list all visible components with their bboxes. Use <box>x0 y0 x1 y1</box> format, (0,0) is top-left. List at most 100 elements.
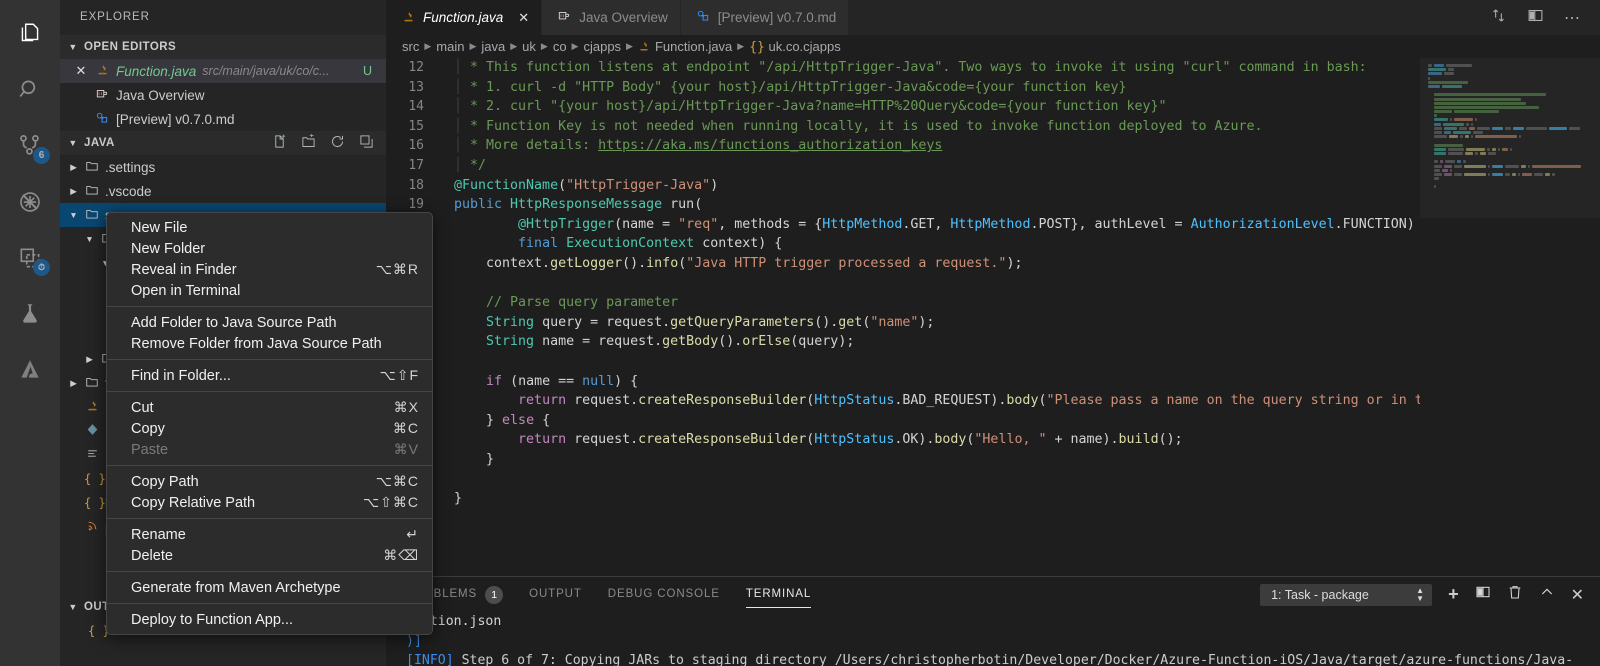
tree-item-settings[interactable]: ▶ .settings <box>60 155 386 179</box>
code-line: 26 String name = request.getBody().orEls… <box>386 332 1600 352</box>
chevron-down-icon: ▼ <box>68 138 78 148</box>
namespace-icon: { } <box>88 624 110 638</box>
activity-item-explorer[interactable] <box>0 6 60 62</box>
open-editor-name: Function.java <box>116 63 197 79</box>
menu-item-delete[interactable]: Delete ⌘⌫ <box>107 545 432 566</box>
chevron-right-icon[interactable]: ▶ <box>84 354 95 365</box>
preview-icon <box>94 111 110 128</box>
menu-item-cut[interactable]: Cut ⌘X <box>107 397 432 418</box>
terminal-selector[interactable]: 1: Task - package ▲ ▼ <box>1260 583 1433 606</box>
menu-item-reveal-in-finder[interactable]: Reveal in Finder ⌥⌘R <box>107 259 432 280</box>
breadcrumb-item[interactable]: java <box>481 39 505 54</box>
close-icon[interactable]: ✕ <box>518 10 529 26</box>
minimap-slider[interactable] <box>1420 58 1600 218</box>
menu-item-copy-relative-path[interactable]: Copy Relative Path ⌥⇧⌘C <box>107 492 432 513</box>
activity-item-testing[interactable] <box>0 286 60 342</box>
menu-separator <box>107 518 432 519</box>
context-menu[interactable]: New File New Folder Reveal in Finder ⌥⌘R Ope… <box>106 212 433 635</box>
menu-item-copy-path[interactable]: Copy Path ⌥⌘C <box>107 471 432 492</box>
refresh-icon[interactable] <box>330 134 345 152</box>
code-line: 34} <box>386 489 1600 509</box>
menu-item-deploy-to-function-app[interactable]: Deploy to Function App... <box>107 609 432 630</box>
split-editor-icon[interactable] <box>1490 7 1507 29</box>
chevron-down-icon: ▼ <box>68 602 78 612</box>
menu-item-add-folder-to-java-source-path[interactable]: Add Folder to Java Source Path <box>107 312 432 333</box>
chevron-updown-icon: ▲ ▼ <box>1416 585 1425 603</box>
breadcrumb-item[interactable]: uk <box>522 39 536 54</box>
menu-item-remove-folder-from-java-source-path[interactable]: Remove Folder from Java Source Path <box>107 333 432 354</box>
chevron-right-icon: ▶ <box>626 41 633 51</box>
menu-item-label: Delete <box>131 547 173 564</box>
section-open-editors[interactable]: ▼ OPEN EDITORS <box>60 35 386 59</box>
breadcrumb-item[interactable]: cjapps <box>583 39 621 54</box>
kill-terminal-icon[interactable] <box>1507 584 1523 605</box>
menu-item-copy[interactable]: Copy ⌘C <box>107 418 432 439</box>
tab-terminal[interactable]: TERMINAL <box>745 577 812 612</box>
code-content[interactable]: 12 │ * This function listens at endpoint … <box>386 58 1600 576</box>
code-line: 33 <box>386 469 1600 489</box>
code-line: 15 │ * Function Key is not needed when ru… <box>386 117 1600 137</box>
tab-function-java[interactable]: Function.java ✕ <box>386 0 543 35</box>
collapse-all-icon[interactable] <box>359 134 374 152</box>
panel-tab-label: DEBUG CONSOLE <box>607 588 720 600</box>
code-line: 17 │ */ <box>386 156 1600 176</box>
activity-item-source-control[interactable]: 6 <box>0 118 60 174</box>
minimap[interactable] <box>1420 58 1600 576</box>
chevron-down-icon[interactable]: ▼ <box>84 234 95 244</box>
new-file-icon[interactable] <box>272 134 287 152</box>
menu-item-rename[interactable]: Rename ↵ <box>107 524 432 545</box>
tab-output[interactable]: OUTPUT <box>529 577 582 612</box>
breadcrumb-item[interactable]: Function.java <box>655 39 732 54</box>
new-terminal-icon[interactable]: + <box>1448 584 1459 605</box>
breadcrumb-item[interactable]: {} uk.co.cjapps <box>749 39 841 55</box>
code-line: 23 <box>386 274 1600 294</box>
menu-item-new-folder[interactable]: New Folder <box>107 238 432 259</box>
activity-item-extensions[interactable]: ⏱ <box>0 230 60 286</box>
open-editor-name: [Preview] v0.7.0.md <box>116 111 235 127</box>
tree-item-label: .settings <box>105 159 156 175</box>
layout-icon[interactable] <box>1527 7 1544 29</box>
chevron-right-icon: ▶ <box>571 41 579 51</box>
activity-item-search[interactable] <box>0 62 60 118</box>
maximize-panel-icon[interactable] <box>1539 584 1555 605</box>
tab-java-overview[interactable]: Java Overview <box>542 0 681 35</box>
chevron-right-icon[interactable]: ▶ <box>68 186 79 197</box>
open-editor-item-preview-md[interactable]: [Preview] v0.7.0.md <box>60 107 386 131</box>
code-editor[interactable]: 12 │ * This function listens at endpoint … <box>386 58 1600 576</box>
open-editor-item-function-java[interactable]: ✕ Function.java src/main/java/uk/co/c...… <box>60 59 386 83</box>
line-number: 12 <box>408 60 424 75</box>
tab-preview-md[interactable]: [Preview] v0.7.0.md <box>680 0 850 35</box>
open-editor-flag: U <box>362 64 372 78</box>
menu-item-label: Open in Terminal <box>131 282 241 299</box>
close-icon[interactable]: ✕ <box>74 63 88 79</box>
split-terminal-icon[interactable] <box>1475 584 1491 605</box>
activity-item-azure[interactable] <box>0 342 60 398</box>
code-line: 27 <box>386 352 1600 372</box>
tab-debug-console[interactable]: DEBUG CONSOLE <box>608 577 720 612</box>
activity-item-run-debug[interactable] <box>0 174 60 230</box>
menu-separator <box>107 465 432 466</box>
chevron-right-icon[interactable]: ▶ <box>68 162 79 173</box>
menu-item-find-in-folder[interactable]: Find in Folder... ⌥⇧F <box>107 365 432 386</box>
open-editor-item-java-overview[interactable]: Java Overview <box>60 83 386 107</box>
menu-item-label: New Folder <box>131 240 206 257</box>
folder-icon <box>84 159 100 176</box>
more-actions-icon[interactable]: ⋯ <box>1564 8 1582 28</box>
close-panel-icon[interactable]: ✕ <box>1571 585 1584 605</box>
tree-item-vscode[interactable]: ▶ .vscode <box>60 179 386 203</box>
menu-item-label: Paste <box>131 441 169 458</box>
menu-item-new-file[interactable]: New File <box>107 217 432 238</box>
editor-scrollbar[interactable] <box>1586 58 1600 576</box>
breadcrumb-item[interactable]: src <box>402 39 419 54</box>
breadcrumb-item[interactable]: co <box>553 39 567 54</box>
menu-item-generate-from-maven-archetype[interactable]: Generate from Maven Archetype <box>107 577 432 598</box>
chevron-right-icon[interactable]: ▶ <box>68 378 79 389</box>
section-java[interactable]: ▼ JAVA <box>60 131 386 155</box>
menu-separator <box>107 571 432 572</box>
menu-item-open-in-terminal[interactable]: Open in Terminal <box>107 280 432 301</box>
breadcrumb-item[interactable]: main <box>436 39 464 54</box>
terminal-output[interactable]: unction.json)] [INFO] Step 6 of 7: Copyin… <box>386 612 1600 666</box>
chevron-down-icon[interactable]: ▼ <box>68 210 79 220</box>
menu-item-shortcut: ⌥⇧⌘C <box>363 494 419 510</box>
new-folder-icon[interactable] <box>301 134 316 152</box>
